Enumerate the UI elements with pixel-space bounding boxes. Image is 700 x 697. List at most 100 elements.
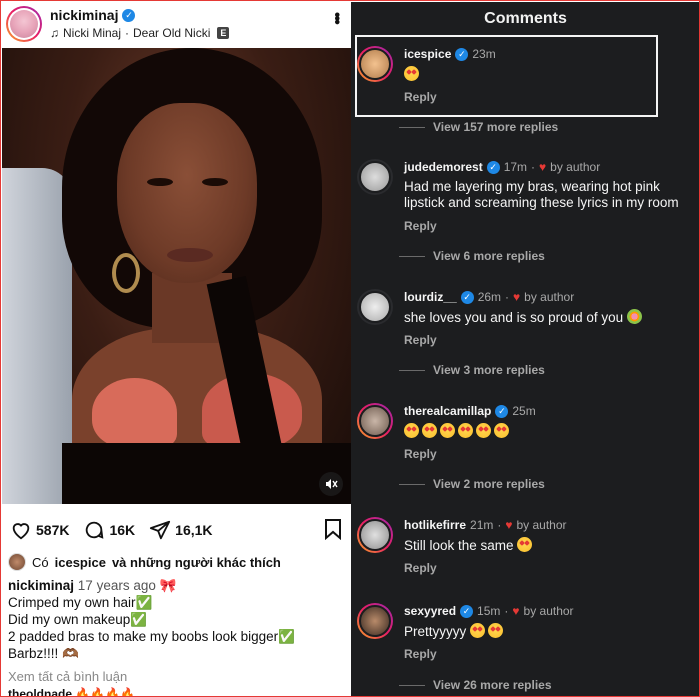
caption-time: 17 years ago	[77, 578, 156, 593]
heart-eyes-emoji-icon	[404, 423, 419, 438]
comment-text-line2: lipstick and screaming these lyrics in m…	[404, 195, 679, 210]
caption-username[interactable]: nickiminaj	[8, 578, 74, 593]
author-heart-icon: ♥	[539, 160, 547, 174]
comment-time: 17m	[503, 160, 528, 174]
music-note-icon: ♫	[50, 26, 59, 40]
bow-icon: 🎀	[159, 578, 177, 593]
heart-eyes-emoji-icon	[458, 423, 473, 438]
comment-text: Still look the same	[404, 537, 535, 554]
comment-avatar[interactable]	[357, 603, 393, 639]
reply-button[interactable]: Reply	[404, 561, 437, 575]
comment-avatar[interactable]	[357, 403, 393, 439]
comment-time: 25m	[512, 404, 536, 418]
heart-eyes-emoji-icon	[404, 66, 419, 81]
bookmark-icon[interactable]	[323, 518, 343, 543]
view-replies-button[interactable]: View 2 more replies	[399, 477, 545, 491]
verified-icon: ✓	[486, 160, 500, 174]
post-caption: nickiminaj 17 years ago 🎀 Crimped my own…	[8, 577, 348, 662]
view-replies-label: View 26 more replies	[433, 678, 552, 692]
liked-by-user[interactable]: icespice	[55, 555, 106, 570]
comments-panel: Comments icespice ✓ 23m Reply View 157 m…	[351, 2, 699, 696]
author-heart-icon: ♥	[512, 604, 520, 618]
verified-icon: ✓	[460, 604, 474, 618]
send-icon	[150, 520, 171, 540]
reply-button[interactable]: Reply	[404, 219, 437, 233]
verified-icon: ✓	[455, 47, 469, 61]
comment-avatar[interactable]	[357, 517, 393, 553]
comment-username[interactable]: lourdiz__	[404, 290, 457, 304]
comment-text-body: Prettyyyyy	[404, 624, 467, 639]
muted-audio-icon[interactable]	[319, 472, 343, 496]
author-heart-icon: ♥	[505, 518, 513, 532]
view-replies-label: View 157 more replies	[433, 120, 559, 134]
heart-eyes-emoji-icon	[488, 623, 504, 638]
heart-eyes-emoji-icon	[422, 423, 437, 438]
reply-button[interactable]: Reply	[404, 647, 437, 661]
heart-eyes-emoji-icon	[470, 623, 486, 638]
heart-eyes-emoji-icon	[440, 423, 455, 438]
like-count: 587K	[36, 522, 70, 538]
song-title: Dear Old Nicki	[133, 26, 211, 40]
audio-row[interactable]: ♫ Nicki Minaj · Dear Old Nicki E	[50, 26, 230, 40]
view-replies-button[interactable]: View 3 more replies	[399, 363, 545, 377]
reply-button[interactable]: Reply	[404, 90, 437, 104]
like-action[interactable]: 587K	[10, 519, 69, 541]
comment-avatar[interactable]	[357, 159, 393, 195]
post-photo[interactable]	[2, 48, 351, 504]
heart-eyes-emoji-icon	[494, 423, 509, 438]
comment-count: 16K	[109, 522, 136, 538]
view-replies-button[interactable]: View 26 more replies	[399, 678, 552, 692]
reply-button[interactable]: Reply	[404, 447, 437, 461]
profile-avatar[interactable]	[6, 6, 42, 42]
caption-line: 2 padded bras to make my boobs look bigg…	[8, 629, 295, 644]
comment-username[interactable]: hotlikefirre	[404, 518, 466, 532]
comment-username[interactable]: therealcamillap	[404, 404, 491, 418]
comment-time: 23m	[472, 47, 496, 61]
view-replies-button[interactable]: View 6 more replies	[399, 249, 545, 263]
comment-text-body: Still look the same	[404, 538, 514, 553]
post-panel: nickiminaj ✓ ♫ Nicki Minaj · Dear Old Ni…	[2, 2, 351, 697]
comment-avatar[interactable]	[357, 46, 393, 82]
share-count: 16,1K	[175, 522, 213, 538]
comment-text	[404, 66, 422, 83]
liked-by-row[interactable]: Có icespice và những người khác thích	[8, 553, 281, 571]
comment-icon	[86, 521, 104, 539]
comment-username[interactable]: icespice	[404, 47, 451, 61]
screenshot-frame: nickiminaj ✓ ♫ Nicki Minaj · Dear Old Ni…	[0, 0, 700, 697]
heart-eyes-emoji-icon	[517, 537, 533, 552]
post-username[interactable]: nickiminaj	[50, 7, 118, 23]
author-heart-icon: ♥	[513, 290, 521, 304]
heart-eyes-emoji-icon	[476, 423, 491, 438]
comment-time: 15m	[477, 604, 501, 618]
view-replies-label: View 6 more replies	[433, 249, 545, 263]
share-action[interactable]: 16,1K	[149, 519, 213, 541]
more-options-icon[interactable]: •••	[327, 12, 345, 23]
comment-avatar[interactable]	[357, 289, 393, 325]
verified-icon: ✓	[460, 290, 474, 304]
verified-icon: ✓	[122, 8, 136, 22]
caption-line: Crimped my own hair✅	[8, 595, 153, 610]
explicit-badge: E	[217, 27, 230, 39]
liked-by-author-label: by author	[550, 160, 601, 174]
view-replies-label: View 2 more replies	[433, 477, 545, 491]
comment-username[interactable]: judedemorest	[404, 160, 483, 174]
reply-button[interactable]: Reply	[404, 333, 437, 347]
username-row: nickiminaj ✓	[50, 7, 136, 23]
view-replies-button[interactable]: View 157 more replies	[399, 120, 558, 134]
artist-name: Nicki Minaj	[63, 26, 122, 40]
liker-avatar	[8, 553, 26, 571]
comment-username[interactable]: sexyyred	[404, 604, 456, 618]
liked-by-author-label: by author	[516, 518, 567, 532]
partial-comment: theoldnade 🔥🔥🔥🔥	[8, 687, 136, 697]
comment-text: Prettyyyyy	[404, 623, 506, 640]
view-all-comments-link[interactable]: Xem tất cả bình luận	[8, 669, 127, 684]
comment-text: she loves you and is so proud of you	[404, 309, 642, 326]
caption-line: Did my own makeup✅	[8, 612, 148, 627]
bouquet-emoji-icon	[626, 309, 642, 324]
comment-time: 21m	[470, 518, 494, 532]
post-actions: 587K 16K 16,1K	[2, 512, 351, 548]
comment-text-body: she loves you and is so proud of you	[404, 310, 624, 325]
comment-time: 26m	[477, 290, 502, 304]
liked-by-prefix: Có	[32, 554, 49, 570]
comment-action[interactable]: 16K	[83, 519, 135, 541]
